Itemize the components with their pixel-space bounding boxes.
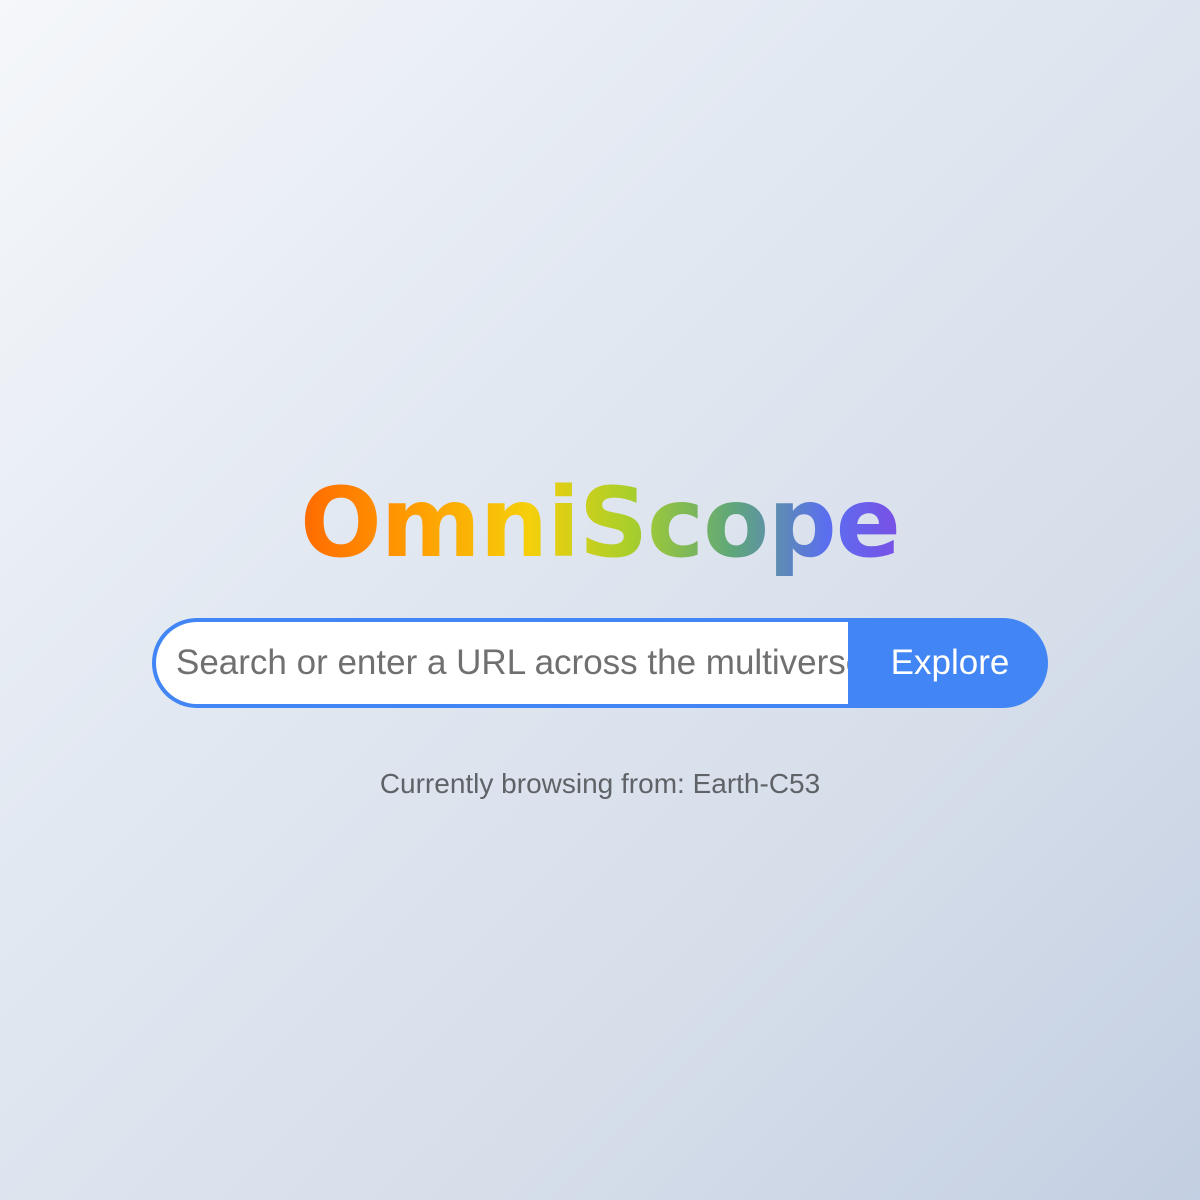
app-logo: OmniScope [0,468,1200,578]
search-form: Explore [152,618,1048,708]
home-page: OmniScope Explore Currently browsing fro… [0,0,1200,1200]
browsing-location-status: Currently browsing from: Earth-C53 [379,768,821,799]
logo-text: OmniScope [300,467,901,579]
search-input-container [152,618,848,708]
explore-button[interactable]: Explore [848,618,1048,708]
search-input[interactable] [156,622,848,704]
